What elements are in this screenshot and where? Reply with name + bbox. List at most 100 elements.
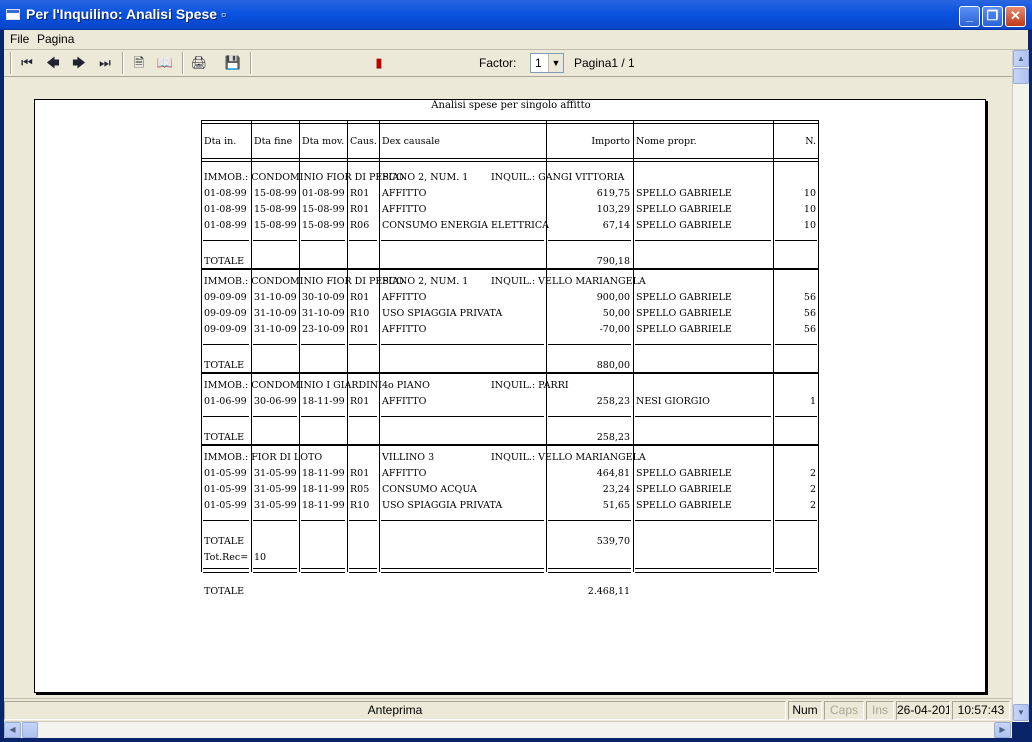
report-cell: NESI GIORGIO xyxy=(636,396,710,407)
report-cell: 10 xyxy=(803,220,816,231)
last-page-icon[interactable]: ⏭ xyxy=(94,53,116,73)
report-cell: USO SPIAGGIA PRIVATA xyxy=(382,308,503,319)
report-cell: 09-09-09 xyxy=(204,292,247,303)
report-cell: Nome propr. xyxy=(636,136,697,147)
report-cell: 1 xyxy=(809,396,816,407)
report-page: Analisi spese per singolo affitto Dta in… xyxy=(34,99,986,693)
status-date: 26-04-2016 xyxy=(896,701,950,720)
report-cell: R10 xyxy=(350,308,370,319)
report-rule xyxy=(201,372,819,374)
report-cell: 31-10-09 xyxy=(254,308,297,319)
report-cell: 15-08-99 xyxy=(302,220,345,231)
scroll-thumb[interactable] xyxy=(22,722,38,738)
report-cell: Importo xyxy=(591,136,630,147)
report-cell: 67,14 xyxy=(602,220,630,231)
group-total-label: TOTALE xyxy=(204,432,245,443)
scroll-left-icon[interactable]: ◀ xyxy=(4,722,21,738)
report-cell: 51,65 xyxy=(602,500,630,511)
two-pages-icon[interactable]: 📖 xyxy=(154,53,176,73)
report-rule xyxy=(775,572,817,573)
report-rule xyxy=(253,344,297,345)
scroll-thumb[interactable] xyxy=(1013,68,1029,84)
report-rule xyxy=(203,416,249,417)
factor-value: 1 xyxy=(535,56,542,70)
report-cell: 2 xyxy=(809,500,816,511)
report-rule xyxy=(775,344,817,345)
report-rule xyxy=(203,240,249,241)
report-rule xyxy=(381,416,544,417)
printer-icon[interactable]: 🖨 xyxy=(188,53,210,73)
report-cell: 790,18 xyxy=(596,256,630,267)
group-description: VILLINO 3 xyxy=(382,452,435,463)
report-rule xyxy=(201,120,819,124)
report-cell: 01-05-99 xyxy=(204,484,247,495)
chevron-down-icon[interactable]: ▼ xyxy=(548,54,563,72)
first-page-icon[interactable]: ⏮ xyxy=(16,53,38,73)
report-cell: SPELLO GABRIELE xyxy=(636,308,732,319)
report-rule xyxy=(775,240,817,241)
report-cell: Caus. xyxy=(350,136,377,147)
page-indicator: Pagina1 / 1 xyxy=(574,56,635,70)
report-cell: SPELLO GABRIELE xyxy=(636,468,732,479)
horizontal-scrollbar[interactable]: ◀ ▶ xyxy=(4,721,1012,738)
report-rule xyxy=(349,568,377,569)
export-icon[interactable]: 💾 xyxy=(222,53,244,73)
report-cell: 10 xyxy=(803,188,816,199)
report-cell: 31-05-99 xyxy=(254,500,297,511)
report-rule xyxy=(253,416,297,417)
previous-page-icon[interactable]: 🡄 xyxy=(42,53,64,73)
factor-select[interactable]: 1 ▼ xyxy=(530,53,564,73)
menu-bar: File Pagina xyxy=(4,30,1028,50)
report-rule xyxy=(381,344,544,345)
scroll-right-icon[interactable]: ▶ xyxy=(994,722,1011,738)
minimize-button[interactable]: _ xyxy=(959,6,980,27)
report-rule xyxy=(548,416,631,417)
grand-total-label: TOTALE xyxy=(204,586,245,597)
report-cell: 23,24 xyxy=(602,484,630,495)
report-cell: 2 xyxy=(809,484,816,495)
report-column-line xyxy=(379,120,380,572)
report-rule xyxy=(201,158,819,162)
status-bar: Anteprima Num Caps Ins 26-04-2016 10:57:… xyxy=(4,698,1012,721)
report-column-line xyxy=(818,120,819,572)
menu-file[interactable]: File xyxy=(10,32,29,46)
report-cell: 31-05-99 xyxy=(254,468,297,479)
report-rule xyxy=(253,568,297,569)
group-immobile: IMMOB.: CONDOMINIO FIOR DI PESCO xyxy=(204,276,404,287)
single-page-icon[interactable]: 🗎 xyxy=(128,53,150,73)
report-cell: 31-10-09 xyxy=(254,292,297,303)
group-tenant: INQUIL.: PARRI xyxy=(491,380,569,391)
report-rule xyxy=(635,344,771,345)
report-cell: CONSUMO ENERGIA ELETTRICA xyxy=(382,220,550,231)
menu-pagina[interactable]: Pagina xyxy=(37,32,74,46)
report-rule xyxy=(349,520,377,521)
report-column-line xyxy=(633,120,634,572)
report-rule xyxy=(349,344,377,345)
report-cell: R01 xyxy=(350,396,370,407)
report-cell: 31-10-09 xyxy=(254,324,297,335)
report-column-line xyxy=(299,120,300,572)
report-cell: AFFITTO xyxy=(382,324,427,335)
report-cell: 50,00 xyxy=(602,308,630,319)
scroll-down-icon[interactable]: ▼ xyxy=(1013,704,1029,721)
close-button[interactable]: ✕ xyxy=(1005,6,1026,27)
scroll-up-icon[interactable]: ▲ xyxy=(1013,50,1029,67)
report-cell: 15-08-99 xyxy=(254,204,297,215)
report-cell: 15-08-99 xyxy=(302,204,345,215)
report-rule xyxy=(349,416,377,417)
report-rule xyxy=(635,416,771,417)
report-cell: 18-11-99 xyxy=(302,484,345,495)
next-page-icon[interactable]: 🡆 xyxy=(68,53,90,73)
report-cell: AFFITTO xyxy=(382,188,427,199)
app-icon xyxy=(6,9,20,20)
report-cell: SPELLO GABRIELE xyxy=(636,324,732,335)
group-description: PIANO 2, NUM. 1 xyxy=(382,172,469,183)
group-total-label: TOTALE xyxy=(204,360,245,371)
report-cell: R01 xyxy=(350,468,370,479)
exit-door-icon[interactable]: ▮ xyxy=(368,53,390,73)
group-tenant: INQUIL.: VELLO MARIANGELA xyxy=(491,452,646,463)
report-cell: -70,00 xyxy=(599,324,630,335)
vertical-scrollbar[interactable]: ▲ ▼ xyxy=(1012,50,1029,722)
restore-button[interactable]: ❐ xyxy=(982,6,1003,27)
toolbar-separator xyxy=(122,52,124,74)
